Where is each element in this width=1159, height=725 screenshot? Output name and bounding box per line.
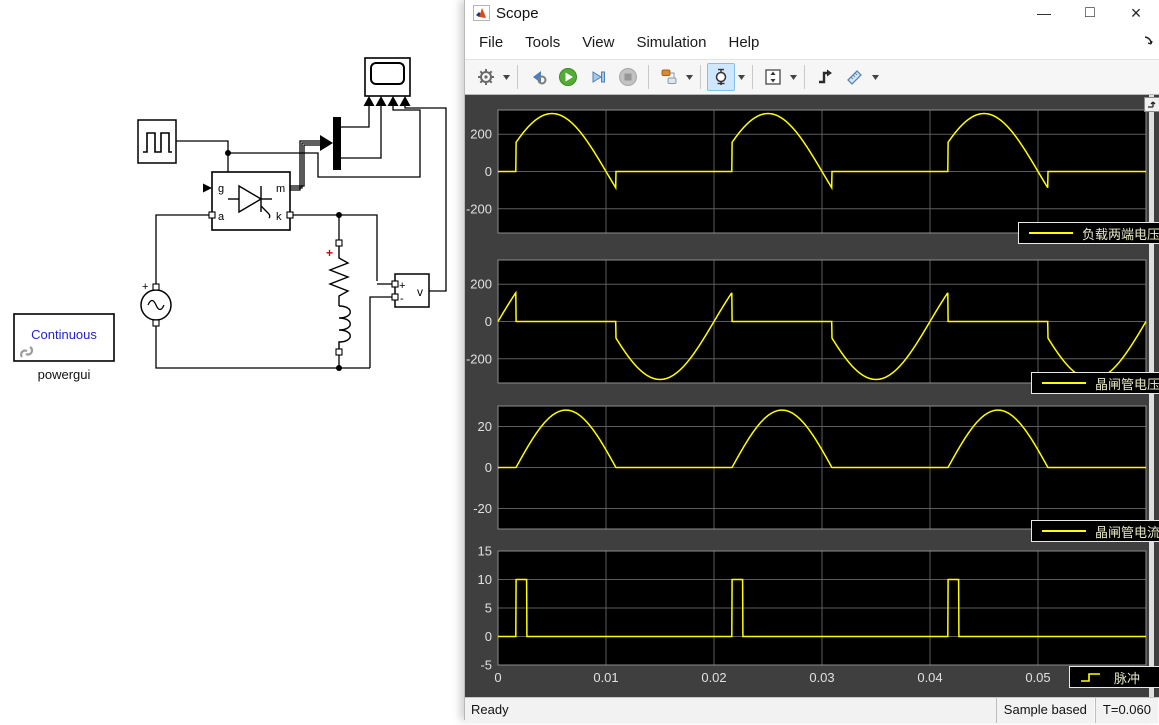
measurements-caret[interactable] xyxy=(870,64,881,90)
svg-text:-5: -5 xyxy=(480,658,492,673)
toolbar xyxy=(465,60,1159,95)
menu-item-tools[interactable]: Tools xyxy=(514,26,571,59)
menu-item-simulation[interactable]: Simulation xyxy=(625,26,717,59)
svg-text:0: 0 xyxy=(485,460,492,475)
svg-text:20: 20 xyxy=(478,419,492,434)
svg-text:10: 10 xyxy=(478,572,492,587)
thyristor-port-label-g: g xyxy=(218,183,224,195)
series-rl-branch-block[interactable]: + xyxy=(326,246,350,349)
vm-v-label: v xyxy=(417,285,423,299)
svg-text:15: 15 xyxy=(478,544,492,559)
legend-line-marker xyxy=(1042,530,1086,532)
status-sim-time: T=0.060 xyxy=(1095,698,1159,723)
svg-text:5: 5 xyxy=(485,601,492,616)
matlab-icon xyxy=(473,5,490,21)
fit-to-view-button[interactable] xyxy=(759,63,787,91)
svg-text:0: 0 xyxy=(485,314,492,329)
legend-pulse[interactable]: 脉冲 xyxy=(1069,666,1159,688)
highlight-block-button[interactable] xyxy=(655,63,683,91)
highlight-block-caret[interactable] xyxy=(684,64,695,90)
step-forward-button[interactable] xyxy=(584,63,612,91)
legend-label: 晶闸管电压 xyxy=(1095,374,1159,393)
svg-text:200: 200 xyxy=(470,127,492,142)
model-diagram: g m a k xyxy=(0,0,464,720)
close-button[interactable]: × xyxy=(1113,0,1159,26)
settings-gear-button[interactable] xyxy=(472,63,500,91)
trigger-button[interactable] xyxy=(811,63,839,91)
scope-window: Scope — □ × File Tools View Simulation H… xyxy=(464,0,1159,720)
legend-line-marker xyxy=(1042,382,1086,384)
toolbar-separator xyxy=(648,65,649,89)
svg-text:-200: -200 xyxy=(466,201,492,216)
legend-thyristor-current[interactable]: 晶闸管电流 xyxy=(1031,520,1159,542)
scope-input-ports xyxy=(364,96,411,106)
svg-text:0: 0 xyxy=(485,164,492,179)
status-bar: Ready Sample based T=0.060 xyxy=(465,697,1159,723)
svg-text:0.03: 0.03 xyxy=(809,670,834,685)
stop-button[interactable] xyxy=(614,63,642,91)
svg-text:200: 200 xyxy=(470,277,492,292)
svg-text:-20: -20 xyxy=(473,501,492,516)
fit-to-view-caret[interactable] xyxy=(788,64,799,90)
svg-text:0.05: 0.05 xyxy=(1025,670,1050,685)
branch-polarity-plus: + xyxy=(326,246,333,260)
status-sample-mode: Sample based xyxy=(996,698,1095,723)
menu-item-view[interactable]: View xyxy=(571,26,625,59)
minimize-button[interactable]: — xyxy=(1021,0,1067,26)
run-button[interactable] xyxy=(554,63,582,91)
menu-bar: File Tools View Simulation Help xyxy=(465,26,1159,60)
legend-step-marker xyxy=(1080,671,1104,683)
toolbar-separator xyxy=(700,65,701,89)
measurements-button[interactable] xyxy=(841,63,869,91)
svg-text:0.01: 0.01 xyxy=(593,670,618,685)
legend-thyristor-voltage[interactable]: 晶闸管电压 xyxy=(1031,372,1159,394)
scope-axes-svg[interactable]: 2000-2002000-200200-20151050-500.010.020… xyxy=(465,95,1159,697)
window-title: Scope xyxy=(496,5,539,22)
inductor-icon xyxy=(339,306,350,349)
scope-block[interactable] xyxy=(364,58,411,106)
thyristor-block[interactable]: g m a k xyxy=(212,172,290,230)
svg-text:0: 0 xyxy=(485,629,492,644)
powergui-label: powergui xyxy=(38,367,91,382)
menu-item-help[interactable]: Help xyxy=(718,26,771,59)
pulse-generator-block[interactable] xyxy=(138,120,176,163)
vm-minus-label: - xyxy=(400,293,404,305)
legend-line-marker xyxy=(1029,232,1073,234)
signal-wires xyxy=(156,106,446,368)
zoom-tool-caret[interactable] xyxy=(736,64,747,90)
svg-text:0: 0 xyxy=(494,670,501,685)
menu-item-file[interactable]: File xyxy=(465,26,514,59)
electrical-ports xyxy=(153,212,398,355)
svg-text:0.04: 0.04 xyxy=(917,670,942,685)
zoom-tool-button[interactable] xyxy=(707,63,735,91)
thyristor-port-label-m: m xyxy=(276,183,285,195)
svg-text:0.02: 0.02 xyxy=(701,670,726,685)
legend-label: 负载两端电压 xyxy=(1082,224,1159,243)
simulink-model-canvas: g m a k xyxy=(0,0,464,720)
toolbar-separator xyxy=(804,65,805,89)
plots-corner-button[interactable] xyxy=(1144,97,1159,112)
toolbar-separator xyxy=(752,65,753,89)
demux-block[interactable] xyxy=(333,117,341,170)
powergui-mode-text: Continuous xyxy=(31,327,97,342)
title-bar: Scope — □ × xyxy=(465,0,1159,26)
legend-label: 晶闸管电流 xyxy=(1095,522,1159,541)
powergui-block[interactable]: Continuous powergui xyxy=(14,314,114,382)
thyristor-port-label-a: a xyxy=(218,211,225,223)
thyristor-port-label-k: k xyxy=(276,211,282,223)
legend-label: 脉冲 xyxy=(1114,668,1140,687)
menu-overflow-icon[interactable] xyxy=(1143,35,1155,47)
vm-plus-label: + xyxy=(399,280,405,292)
svg-text:-200: -200 xyxy=(466,351,492,366)
status-ready-text: Ready xyxy=(465,698,509,723)
legend-load-voltage[interactable]: 负载两端电压 xyxy=(1018,222,1159,244)
maximize-button[interactable]: □ xyxy=(1067,0,1113,26)
step-back-button[interactable] xyxy=(524,63,552,91)
source-plus-sign: + xyxy=(142,281,148,293)
settings-dropdown-caret[interactable] xyxy=(501,64,512,90)
scope-plots-panel[interactable]: 2000-2002000-200200-20151050-500.010.020… xyxy=(465,95,1159,697)
plots-scrollbar-strip[interactable] xyxy=(1149,95,1154,697)
voltage-measurement-block[interactable]: + - v xyxy=(395,274,429,307)
toolbar-separator xyxy=(517,65,518,89)
